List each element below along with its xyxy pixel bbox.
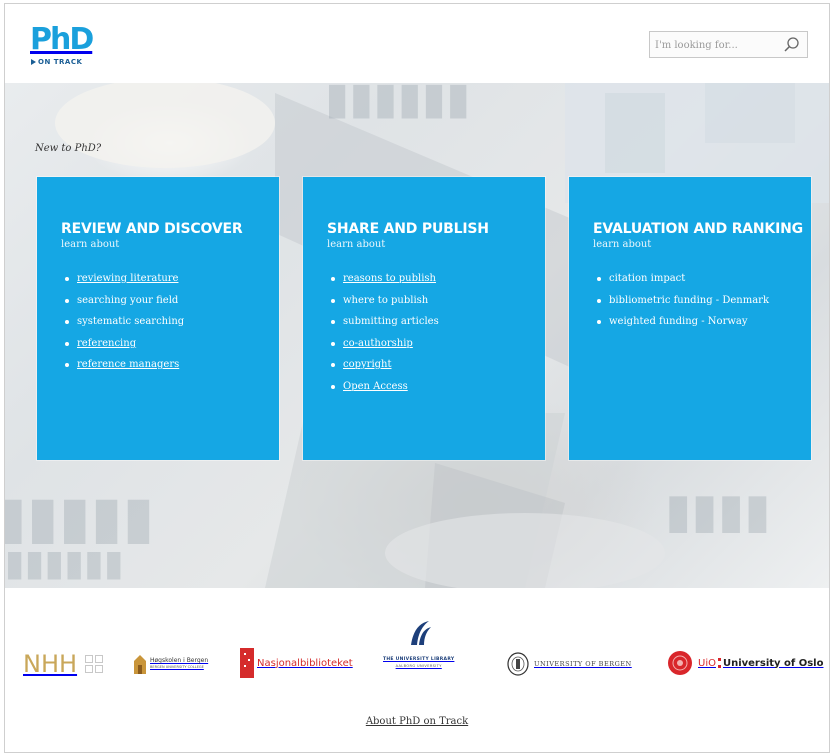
list-item: systematic searching	[61, 311, 279, 333]
list-item: Open Access	[327, 376, 545, 398]
hib-tagline: BERGEN UNIVERSITY COLLEGE	[150, 665, 204, 669]
logo-wordmark: PhD	[30, 22, 94, 57]
nhh-grid-icon	[85, 655, 104, 673]
card-link-list: reviewing literature searching your fiel…	[61, 268, 279, 376]
link-citation-impact[interactable]: citation impact	[609, 273, 685, 284]
link-copyright[interactable]: copyright	[343, 359, 392, 370]
background-text-decoration: ▮▮▮▮▮▮	[325, 83, 471, 124]
footer: About PhD on Track	[0, 716, 834, 727]
link-reference-managers[interactable]: reference managers	[77, 359, 179, 370]
uib-seal-icon	[507, 652, 529, 676]
link-weighted-funding-norway[interactable]: weighted funding - Norway	[609, 316, 748, 327]
link-submitting-articles[interactable]: submitting articles	[343, 316, 439, 327]
search-icon	[784, 37, 799, 52]
hib-text: Høgskolen i Bergen BERGEN UNIVERSITY COL…	[150, 658, 208, 670]
search-box	[649, 31, 808, 58]
partner-aalborg-university-library[interactable]: THE UNIVERSITY LIBRARY AALBORG UNIVERSIT…	[383, 619, 454, 669]
link-bibliometric-funding-denmark[interactable]: bibliometric funding - Denmark	[609, 295, 769, 306]
card-title: SHARE AND PUBLISH	[327, 221, 489, 237]
uio-seal-icon	[668, 651, 692, 675]
card-subtitle: learn about	[593, 239, 652, 250]
list-item: weighted funding - Norway	[593, 311, 811, 333]
search-input[interactable]	[655, 36, 775, 54]
hero-banner: ▮▮▮▮▮▮ ▮▮▮▮▮ ▮▮▮▮▮▮▮ ▮▮▮▮ New to PhD? RE…	[5, 83, 829, 588]
hib-emblem-icon	[134, 655, 146, 674]
list-item: reference managers	[61, 354, 279, 376]
card-title: REVIEW AND DISCOVER	[61, 221, 243, 237]
list-item: copyright	[327, 354, 545, 376]
logo-tagline: ON TRACK	[31, 58, 82, 66]
card-share-and-publish: SHARE AND PUBLISH learn about reasons to…	[303, 177, 545, 460]
nb-logo-text: Nasjonalbiblioteket	[257, 657, 353, 669]
partner-nhh[interactable]: NHH	[23, 650, 104, 678]
list-item: reviewing literature	[61, 268, 279, 290]
logo-tagline-text: ON TRACK	[38, 58, 83, 66]
list-item: co-authorship	[327, 333, 545, 355]
link-where-to-publish[interactable]: where to publish	[343, 295, 428, 306]
card-link-list: reasons to publish where to publish subm…	[327, 268, 545, 397]
link-reasons-to-publish[interactable]: reasons to publish	[343, 273, 436, 284]
list-item: bibliometric funding - Denmark	[593, 290, 811, 312]
partner-hogskolen-i-bergen[interactable]: Høgskolen i Bergen BERGEN UNIVERSITY COL…	[133, 653, 208, 675]
background-text-decoration: ▮▮▮▮▮▮▮	[5, 543, 124, 584]
partner-university-of-oslo[interactable]: UiO University of Oslo	[667, 650, 823, 676]
link-reviewing-literature[interactable]: reviewing literature	[77, 273, 178, 284]
search-button[interactable]	[783, 36, 801, 54]
card-subtitle: learn about	[327, 239, 386, 250]
link-searching-your-field[interactable]: searching your field	[77, 295, 178, 306]
card-subtitle: learn about	[61, 239, 120, 250]
link-co-authorship[interactable]: co-authorship	[343, 338, 413, 349]
uio-separator-icon	[717, 658, 721, 668]
card-link-list: citation impact bibliometric funding - D…	[593, 268, 811, 333]
uio-name: University of Oslo	[722, 657, 824, 669]
link-systematic-searching[interactable]: systematic searching	[77, 316, 184, 327]
background-text-decoration: ▮▮▮▮	[665, 483, 771, 539]
uib-logo-text: UNIVERSITY OF BERGEN	[534, 660, 632, 668]
partner-university-of-bergen[interactable]: UNIVERSITY OF BERGEN	[507, 652, 632, 676]
card-review-and-discover: REVIEW AND DISCOVER learn about reviewin…	[37, 177, 279, 460]
uio-abbr: UiO	[698, 657, 716, 669]
link-referencing[interactable]: referencing	[77, 338, 136, 349]
link-open-access[interactable]: Open Access	[343, 381, 408, 392]
phd-on-track-logo[interactable]: PhD ON TRACK	[30, 25, 100, 75]
list-item: submitting articles	[327, 311, 545, 333]
list-item: reasons to publish	[327, 268, 545, 290]
background-text-decoration: ▮▮▮▮▮	[5, 483, 155, 551]
card-evaluation-and-ranking: EVALUATION AND RANKING learn about citat…	[569, 177, 811, 460]
partner-nasjonalbiblioteket[interactable]: Nasjonalbiblioteket	[240, 648, 353, 678]
nb-emblem-icon	[240, 648, 254, 678]
nhh-logo-text: NHH	[23, 650, 78, 678]
list-item: referencing	[61, 333, 279, 355]
about-phd-on-track-link[interactable]: About PhD on Track	[366, 716, 468, 727]
new-to-phd-label: New to PhD?	[35, 143, 102, 154]
list-item: where to publish	[327, 290, 545, 312]
partner-logos: NHH Høgskolen i Bergen BERGEN UNIVERSITY…	[5, 615, 829, 705]
arrow-icon	[31, 59, 36, 65]
aau-wave-icon	[410, 621, 431, 645]
aau-line2: AALBORG UNIVERSITY	[395, 664, 442, 668]
list-item: searching your field	[61, 290, 279, 312]
list-item: citation impact	[593, 268, 811, 290]
card-title: EVALUATION AND RANKING	[593, 221, 803, 237]
